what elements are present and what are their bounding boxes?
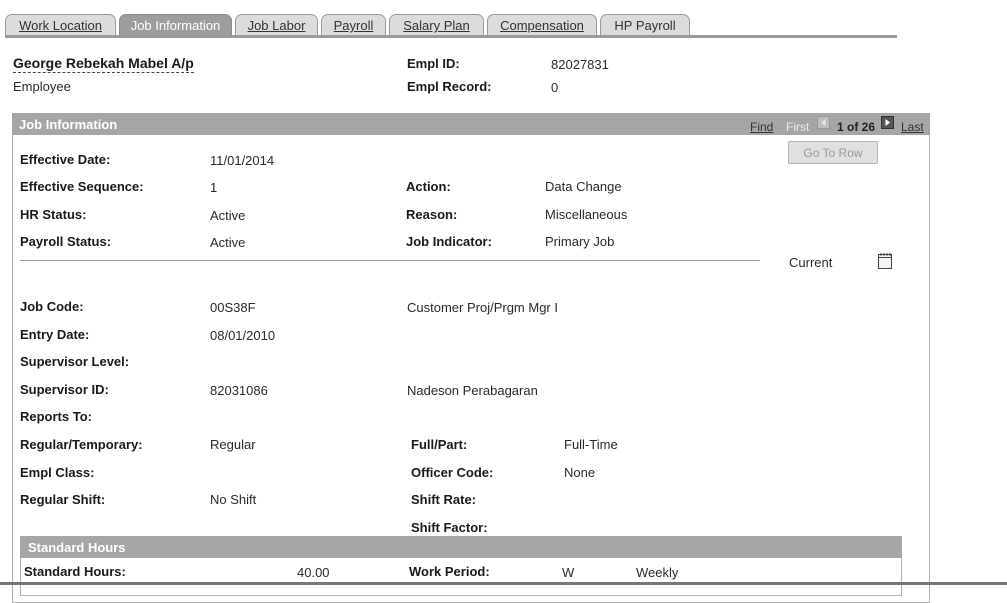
standard-hours-title: Standard Hours — [28, 540, 126, 555]
tab-label: Payroll — [333, 18, 374, 33]
job-code-value: 00S38F — [210, 300, 256, 315]
standard-hours-header — [20, 536, 902, 558]
tab-underline — [5, 35, 897, 38]
tab-salary-plan[interactable]: Salary Plan — [389, 14, 484, 36]
regular-temporary-label: Regular/Temporary: — [20, 437, 143, 452]
tab-label: Job Information — [130, 18, 221, 33]
empl-id-label: Empl ID: — [407, 56, 460, 71]
full-part-value: Full-Time — [564, 437, 618, 452]
standard-hours-value: 40.00 — [297, 565, 330, 580]
job-information-title: Job Information — [19, 117, 118, 132]
employee-name[interactable]: George Rebekah Mabel A/p — [13, 55, 194, 73]
section-divider — [20, 260, 760, 261]
empl-record-label: Empl Record: — [407, 79, 492, 94]
employee-role: Employee — [13, 79, 71, 94]
job-code-label: Job Code: — [20, 299, 84, 314]
empl-class-label: Empl Class: — [20, 465, 95, 480]
work-period-label: Work Period: — [409, 564, 490, 579]
employee-name-text: George Rebekah Mabel A/p — [13, 55, 194, 73]
empl-record-value: 0 — [551, 80, 559, 95]
effective-sequence-label: Effective Sequence: — [20, 179, 144, 194]
supervisor-id-value: 82031086 — [210, 383, 268, 398]
current-label: Current — [789, 255, 833, 270]
tab-work-location[interactable]: Work Location — [5, 14, 116, 36]
tab-label: Compensation — [500, 18, 584, 33]
regular-shift-label: Regular Shift: — [20, 492, 106, 507]
entry-date-label: Entry Date: — [20, 327, 90, 342]
payroll-status-value: Active — [210, 235, 246, 250]
payroll-status-label: Payroll Status: — [20, 234, 112, 249]
reason-value: Miscellaneous — [545, 207, 628, 222]
tab-job-information[interactable]: Job Information — [119, 14, 232, 36]
tab-label: HP Payroll — [614, 18, 676, 33]
tab-label: Work Location — [19, 18, 102, 33]
job-code-description: Customer Proj/Prgm Mgr I — [407, 300, 558, 315]
shift-rate-label: Shift Rate: — [411, 492, 476, 507]
hr-status-label: HR Status: — [20, 207, 87, 222]
effective-sequence-value: 1 — [210, 180, 218, 195]
tab-job-labor[interactable]: Job Labor — [235, 14, 318, 36]
tab-payroll[interactable]: Payroll — [321, 14, 386, 36]
tab-hp-payroll[interactable]: HP Payroll — [600, 14, 690, 36]
work-period-description: Weekly — [636, 565, 679, 580]
regular-shift-value: No Shift — [210, 492, 257, 507]
hr-status-value: Active — [210, 208, 246, 223]
tab-label: Job Labor — [247, 18, 306, 33]
full-part-label: Full/Part: — [411, 437, 468, 452]
action-value: Data Change — [545, 179, 622, 194]
supervisor-id-label: Supervisor ID: — [20, 382, 109, 397]
go-to-row-label: Go To Row — [803, 146, 863, 160]
job-indicator-label: Job Indicator: — [406, 234, 492, 249]
empl-id-value: 82027831 — [551, 57, 609, 72]
first-link: First — [786, 120, 810, 134]
effective-date-value: 11/01/2014 — [210, 153, 275, 168]
last-link[interactable]: Last — [901, 120, 924, 134]
reports-to-label: Reports To: — [20, 409, 92, 424]
left-arrow-icon — [817, 116, 830, 129]
action-label: Action: — [406, 179, 451, 194]
regular-temporary-value: Regular — [210, 437, 256, 452]
shift-factor-label: Shift Factor: — [411, 520, 488, 535]
officer-code-label: Officer Code: — [411, 465, 494, 480]
entry-date-value: 08/01/2010 — [210, 328, 276, 343]
effective-date-label: Effective Date: — [20, 152, 111, 167]
right-arrow-icon[interactable] — [881, 116, 894, 129]
officer-code-value: None — [564, 465, 596, 480]
supervisor-name: Nadeson Perabagaran — [407, 383, 538, 398]
go-to-row-button[interactable]: Go To Row — [788, 141, 878, 164]
reason-label: Reason: — [406, 207, 458, 222]
standard-hours-label: Standard Hours: — [24, 564, 126, 579]
work-period-code: W — [562, 565, 575, 580]
job-indicator-value: Primary Job — [545, 234, 615, 249]
row-counter: 1 of 26 — [837, 120, 876, 134]
tab-compensation[interactable]: Compensation — [487, 14, 597, 36]
tab-label: Salary Plan — [403, 18, 470, 33]
supervisor-level-label: Supervisor Level: — [20, 354, 130, 369]
notepad-icon[interactable] — [877, 252, 893, 273]
find-link[interactable]: Find — [750, 120, 773, 134]
